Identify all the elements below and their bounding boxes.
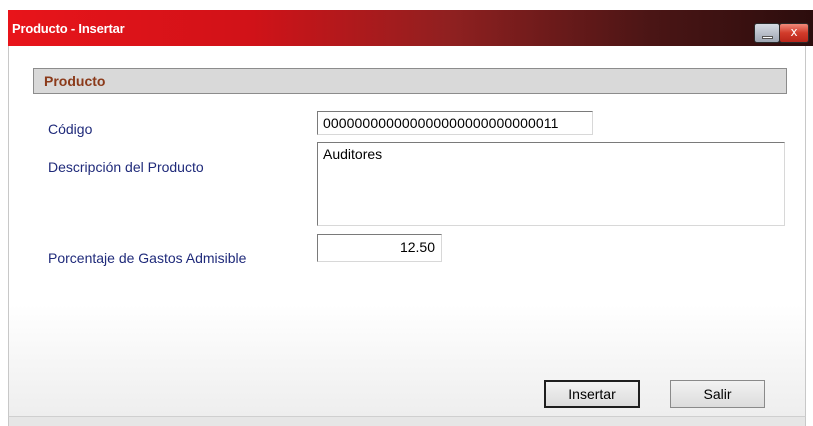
descripcion-label: Descripción del Producto	[48, 159, 204, 175]
porcentaje-label: Porcentaje de Gastos Admisible	[48, 250, 247, 266]
descripcion-field[interactable]: Auditores	[317, 142, 785, 226]
dialog-window: Producto - Insertar x Producto Código 00…	[8, 10, 813, 426]
form-content: Producto Código 000000000000000000000000…	[8, 46, 806, 416]
window-bottom-border	[8, 416, 806, 426]
minimize-icon	[762, 36, 773, 39]
minimize-button[interactable]	[754, 23, 780, 43]
close-button[interactable]: x	[779, 23, 809, 43]
codigo-field[interactable]: 000000000000000000000000000011	[317, 111, 593, 135]
codigo-label: Código	[48, 121, 93, 137]
porcentaje-field[interactable]: 12.50	[317, 234, 442, 262]
salir-button[interactable]: Salir	[670, 380, 765, 408]
section-header-producto: Producto	[33, 68, 787, 94]
window-title: Producto - Insertar	[12, 21, 125, 36]
close-icon: x	[790, 25, 798, 39]
insertar-button[interactable]: Insertar	[544, 380, 640, 408]
title-bar[interactable]: Producto - Insertar x	[8, 10, 813, 46]
